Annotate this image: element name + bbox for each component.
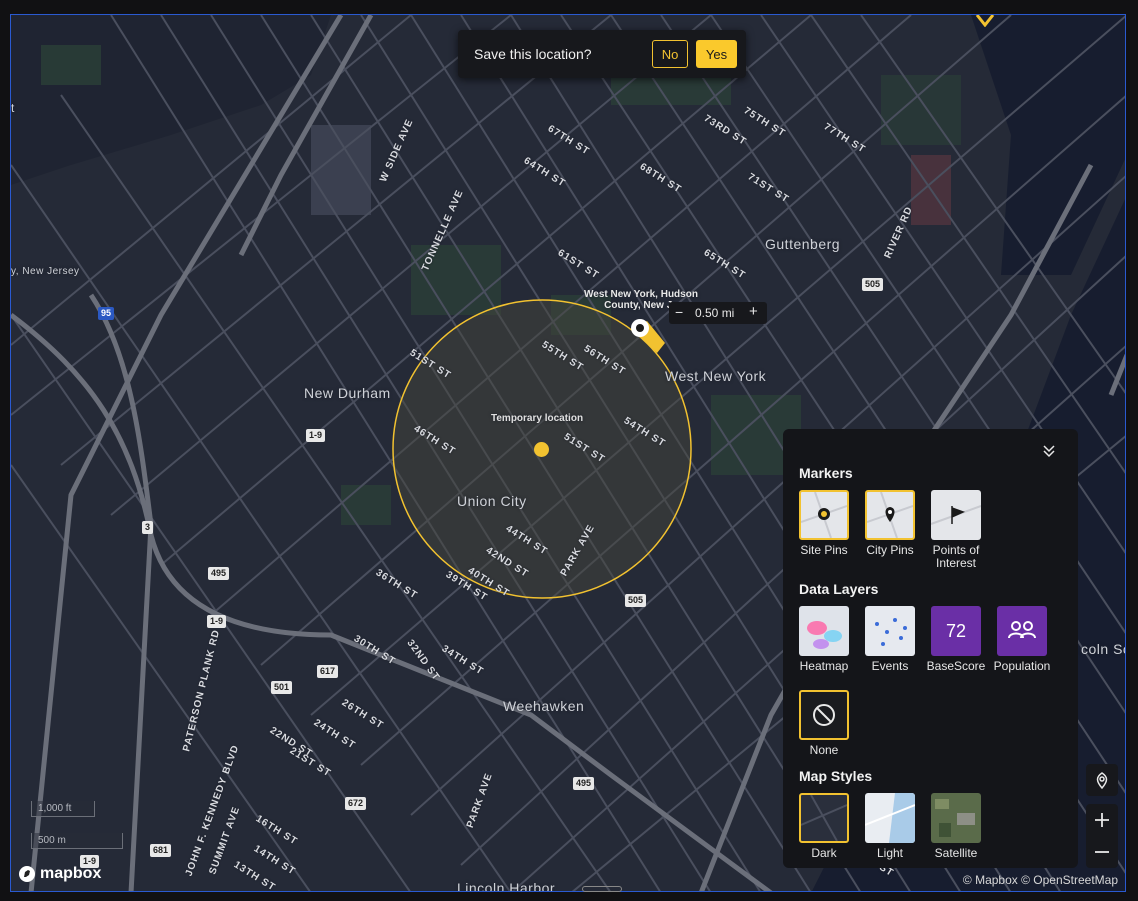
attribution-mapbox[interactable]: © Mapbox	[963, 873, 1018, 887]
attribution: © Mapbox © OpenStreetMap	[963, 873, 1118, 887]
mapbox-logo-text: mapbox	[40, 865, 102, 882]
no-button[interactable]: No	[652, 40, 688, 68]
satellite-map-thumbnail	[935, 799, 975, 837]
place-partial: t	[11, 101, 15, 115]
points-of-interest-tile[interactable]	[931, 490, 981, 540]
mapbox-logo-icon	[19, 866, 35, 882]
heatmap-label: Heatmap	[799, 659, 849, 673]
offscreen-marker-icon[interactable]	[975, 15, 995, 27]
place-new-jersey: y, New Jersey	[11, 266, 80, 277]
radius-value: 0.50 mi	[695, 306, 735, 320]
highway-shield: 3	[142, 521, 154, 534]
satellite-style-label: Satellite	[934, 846, 978, 860]
radius-decrease-button[interactable]: −	[675, 304, 683, 320]
save-location-prompt: Save this location? No Yes	[458, 30, 746, 78]
city-pins-tile[interactable]	[865, 490, 915, 540]
locate-button[interactable]	[1086, 764, 1118, 796]
highway-shield: 672	[345, 797, 367, 810]
place-union-city: Union City	[457, 493, 527, 509]
highway-shield: 495	[573, 777, 595, 790]
population-tile[interactable]	[997, 606, 1047, 656]
heatmap-tile[interactable]	[799, 606, 849, 656]
points-of-interest-label: Points of Interest	[932, 543, 980, 570]
scale-m: 500 m	[31, 833, 123, 849]
attribution-osm[interactable]: © OpenStreetMap	[1021, 873, 1118, 887]
mapbox-logo[interactable]: mapbox	[18, 865, 101, 883]
dark-map-thumbnail	[801, 795, 847, 841]
satellite-style-tile[interactable]	[931, 793, 981, 843]
collapse-chevron-icon[interactable]	[1041, 443, 1057, 459]
light-map-thumbnail	[865, 793, 915, 843]
events-tile[interactable]	[865, 606, 915, 656]
light-style-tile[interactable]	[865, 793, 915, 843]
highway-shield: 681	[150, 844, 172, 857]
population-label: Population	[993, 659, 1051, 673]
place-weehawken: Weehawken	[503, 698, 585, 714]
place-new-durham: New Durham	[304, 385, 391, 401]
place-west-new-york: West New York	[665, 368, 767, 384]
markers-title: Markers	[799, 465, 853, 481]
radius-control: − 0.50 mi +	[669, 302, 767, 324]
highway-shield: 501	[271, 681, 293, 694]
population-icon	[1008, 621, 1036, 639]
highway-shield: 495	[208, 567, 230, 580]
none-icon	[813, 704, 835, 726]
flag-icon	[931, 505, 981, 525]
highway-shield: 95	[98, 307, 115, 320]
map-styles-title: Map Styles	[799, 768, 873, 784]
plus-icon	[1095, 813, 1109, 827]
highway-shield: 1-9	[306, 429, 326, 442]
highway-shield: 505	[625, 594, 647, 607]
heatmap-icon	[807, 621, 842, 649]
zoom-in-button[interactable]	[1086, 804, 1118, 836]
temporary-location-label: Temporary location	[491, 413, 584, 424]
location-marker-icon[interactable]	[627, 315, 669, 355]
temporary-location-dot[interactable]	[534, 442, 549, 457]
none-layer-label: None	[809, 743, 839, 757]
location-pin-icon	[1096, 772, 1108, 789]
place-guttenberg: Guttenberg	[765, 236, 841, 252]
data-layers-title: Data Layers	[799, 581, 879, 597]
drawer-handle[interactable]	[582, 886, 622, 892]
events-label: Events	[871, 659, 909, 673]
place-lincoln-sq: coln So	[1081, 641, 1125, 657]
none-layer-tile[interactable]	[799, 690, 849, 740]
dark-style-tile[interactable]	[799, 793, 849, 843]
city-pins-label: City Pins	[866, 543, 914, 557]
dark-style-label: Dark	[811, 846, 837, 860]
city-pin-icon	[867, 492, 913, 538]
zoom-out-button[interactable]	[1086, 836, 1118, 868]
highway-shield: 617	[317, 665, 339, 678]
yes-button[interactable]: Yes	[696, 40, 737, 68]
place-lincoln-harbor: Lincoln Harbor	[457, 880, 556, 892]
highway-shield: 505	[862, 278, 884, 291]
map-layers-panel: Markers Site Pins City Pins Points of In…	[783, 429, 1078, 868]
scale-ft: 1,000 ft	[31, 801, 95, 817]
events-icon	[875, 618, 907, 646]
site-pins-label: Site Pins	[800, 543, 848, 557]
radius-increase-button[interactable]: +	[749, 303, 758, 320]
basescore-label: BaseScore	[926, 659, 986, 673]
save-location-question: Save this location?	[474, 46, 592, 62]
site-pins-tile[interactable]	[799, 490, 849, 540]
basescore-tile[interactable]: 72	[931, 606, 981, 656]
basescore-value: 72	[945, 620, 967, 641]
light-style-label: Light	[876, 846, 904, 860]
highway-shield: 1-9	[207, 615, 227, 628]
site-pin-icon	[801, 492, 847, 538]
minus-icon	[1095, 851, 1109, 853]
